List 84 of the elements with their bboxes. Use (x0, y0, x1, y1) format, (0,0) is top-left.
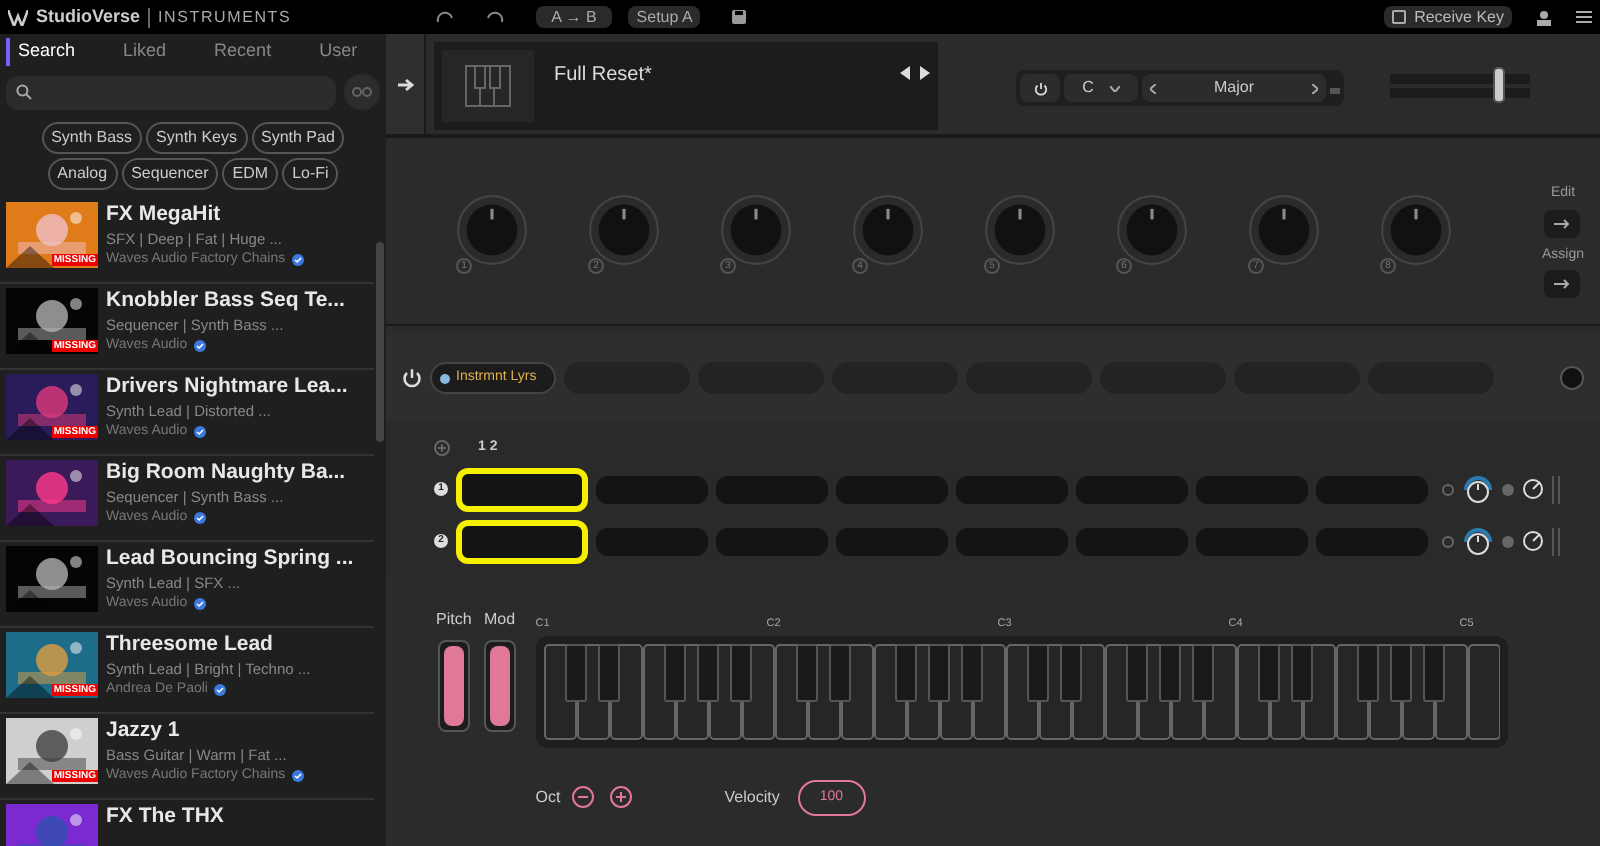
preset-title: FX The THX (106, 804, 224, 830)
sidebar-tab[interactable]: Liked (115, 38, 175, 66)
pan-knob-icon[interactable] (1522, 530, 1544, 552)
pan-knob-icon[interactable] (1522, 478, 1544, 500)
octave-down-button[interactable] (572, 786, 595, 809)
level-meter (1552, 527, 1560, 555)
preset-title: Jazzy 1 (106, 718, 182, 744)
knob-icon[interactable] (1380, 193, 1452, 265)
next-icon[interactable] (920, 66, 930, 80)
app-name: StudioVerse (36, 3, 141, 30)
octave-up-button[interactable] (610, 786, 633, 809)
scale-power-button[interactable] (1020, 74, 1060, 102)
wheel[interactable] (437, 639, 470, 731)
solo-icon[interactable] (1502, 535, 1514, 547)
logo-icon (8, 9, 28, 25)
sidebar-tab[interactable]: Search (6, 38, 84, 66)
user-icon[interactable] (1536, 9, 1552, 25)
preset-title: Lead Bouncing Spring ... (106, 546, 354, 572)
preset-title: Threesome Lead (106, 632, 275, 658)
preset-title: Knobbler Bass Seq Te... (106, 288, 345, 314)
power-icon[interactable] (402, 368, 422, 388)
wheel-label: Pitch (436, 607, 472, 631)
arrow-right-icon[interactable] (397, 77, 413, 91)
velocity-label: Velocity (724, 785, 780, 810)
layer-slot[interactable] (456, 519, 588, 563)
chevron-right-icon[interactable] (1311, 83, 1318, 93)
chevron-left-icon[interactable] (1150, 83, 1156, 93)
piano-keyboard-drawing[interactable] (543, 643, 1500, 739)
tag-chip[interactable]: Synth Pad (251, 122, 345, 154)
tag-chip[interactable]: Synth Keys (146, 122, 247, 154)
previous-icon[interactable] (900, 66, 910, 80)
preset-title: FX MegaHit (106, 202, 223, 228)
preset-title: Drivers Nightmare Lea... (106, 374, 348, 400)
link-icon[interactable] (344, 74, 380, 110)
level-meter (1552, 475, 1560, 503)
tag-chip[interactable]: Analog (47, 158, 118, 190)
piano-icon (442, 50, 534, 122)
save-icon[interactable] (732, 10, 747, 24)
receive-key-button[interactable]: Receive Key (1384, 6, 1512, 28)
preset-title: Big Room Naughty Ba... (106, 460, 346, 486)
mode-selector[interactable]: Major (1142, 74, 1326, 102)
search-field[interactable] (6, 75, 336, 109)
ab-button[interactable]: A → B (535, 6, 613, 28)
chevron-down-icon (1109, 85, 1120, 91)
knob-icon[interactable] (588, 193, 660, 265)
tag-chip[interactable]: EDM (222, 158, 279, 190)
setup-button[interactable]: Setup A (628, 6, 701, 28)
sidebar-tab[interactable]: Recent (206, 38, 280, 66)
arrow-right-icon (1554, 217, 1571, 229)
redo-icon[interactable] (485, 10, 504, 24)
knob-icon[interactable] (1248, 193, 1320, 265)
knob-icon[interactable] (720, 193, 792, 265)
preset-name: Full Reset* (554, 62, 652, 90)
octave-label: Oct (535, 785, 561, 810)
wheel[interactable] (483, 639, 516, 731)
add-icon[interactable] (434, 440, 450, 457)
knob-icon[interactable] (1116, 193, 1188, 265)
tag-chip[interactable]: Sequencer (121, 158, 219, 190)
tag-chip[interactable]: Synth Bass (41, 122, 143, 154)
layer-slot[interactable] (456, 467, 588, 511)
scale-mode: Major (1213, 76, 1254, 100)
slider-drawing[interactable] (1390, 64, 1534, 108)
mute-icon[interactable] (1442, 483, 1454, 495)
undo-icon[interactable] (435, 10, 454, 24)
root-dropdown[interactable]: C (1064, 74, 1138, 102)
volume-knob-icon[interactable] (1462, 475, 1494, 503)
solo-icon[interactable] (1502, 483, 1514, 495)
tag-chip[interactable]: Lo-Fi (282, 158, 339, 190)
menu-icon[interactable] (1576, 10, 1592, 24)
wheel-label: Mod (484, 607, 516, 631)
sidebar-tab[interactable]: User (311, 38, 366, 66)
volume-knob-icon[interactable] (1462, 527, 1494, 555)
mute-icon[interactable] (1442, 535, 1454, 547)
knob-icon[interactable] (1560, 366, 1584, 390)
knob-icon[interactable] (456, 193, 528, 265)
preset-item[interactable]: FX The THX (0, 800, 374, 846)
power-icon (1033, 81, 1047, 95)
section-title: INSTRUMENTS (158, 5, 292, 29)
assign-button[interactable] (1544, 270, 1581, 298)
arrow-right-icon (1554, 278, 1571, 290)
edit-button[interactable] (1544, 209, 1581, 237)
knob-icon[interactable] (852, 193, 924, 265)
knob-icon[interactable] (984, 193, 1056, 265)
search-icon (16, 84, 32, 100)
